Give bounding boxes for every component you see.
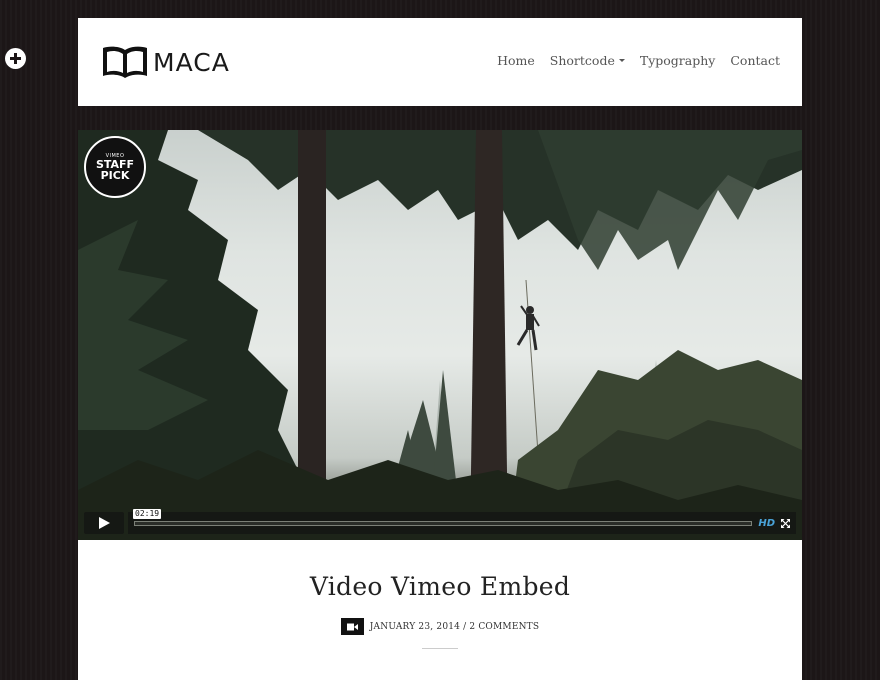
- post-format-badge[interactable]: [340, 618, 364, 635]
- post-title[interactable]: Video Vimeo Embed: [78, 572, 802, 601]
- progress-track[interactable]: 02:19: [133, 508, 753, 526]
- staff-pick-badge[interactable]: VIMEO STAFF PICK: [84, 136, 146, 198]
- post-date[interactable]: JANUARY 23, 2014: [370, 622, 460, 632]
- video-controls: 02:19 HD: [84, 508, 796, 534]
- video-frame-image: [78, 130, 802, 540]
- nav-item-contact[interactable]: Contact: [730, 53, 780, 68]
- main-nav: Home Shortcode Typography Contact: [497, 53, 780, 68]
- progress-bar-container: 02:19 HD: [128, 508, 796, 534]
- site-logo[interactable]: MACA: [101, 44, 230, 80]
- hd-toggle-button[interactable]: HD: [758, 518, 775, 529]
- post-content: Video Vimeo Embed JANUARY 23, 2014 / 2 C…: [78, 540, 802, 680]
- post-comments-link[interactable]: 2 COMMENTS: [469, 622, 539, 632]
- post-meta: JANUARY 23, 2014 / 2 COMMENTS: [78, 618, 802, 635]
- logo-text: MACA: [153, 47, 230, 77]
- video-camera-icon: [346, 623, 358, 630]
- book-icon: [103, 46, 147, 78]
- caret-down-icon: [618, 59, 625, 62]
- play-button[interactable]: [84, 512, 124, 534]
- nav-item-typography[interactable]: Typography: [640, 53, 715, 68]
- badge-line2: PICK: [100, 169, 130, 182]
- divider: [422, 648, 458, 649]
- nav-item-shortcode[interactable]: Shortcode: [550, 53, 625, 68]
- plus-icon: [10, 53, 21, 64]
- play-icon: [98, 517, 110, 529]
- fullscreen-icon[interactable]: [781, 518, 790, 528]
- meta-separator: /: [463, 621, 467, 632]
- video-player[interactable]: VIMEO STAFF PICK 02:19 HD: [78, 130, 802, 540]
- video-timestamp: 02:19: [133, 508, 162, 519]
- sidebar-toggle-button[interactable]: [5, 48, 26, 69]
- site-header: MACA Home Shortcode Typography Contact: [78, 18, 802, 106]
- nav-item-home[interactable]: Home: [497, 53, 535, 68]
- nav-item-label: Shortcode: [549, 53, 615, 68]
